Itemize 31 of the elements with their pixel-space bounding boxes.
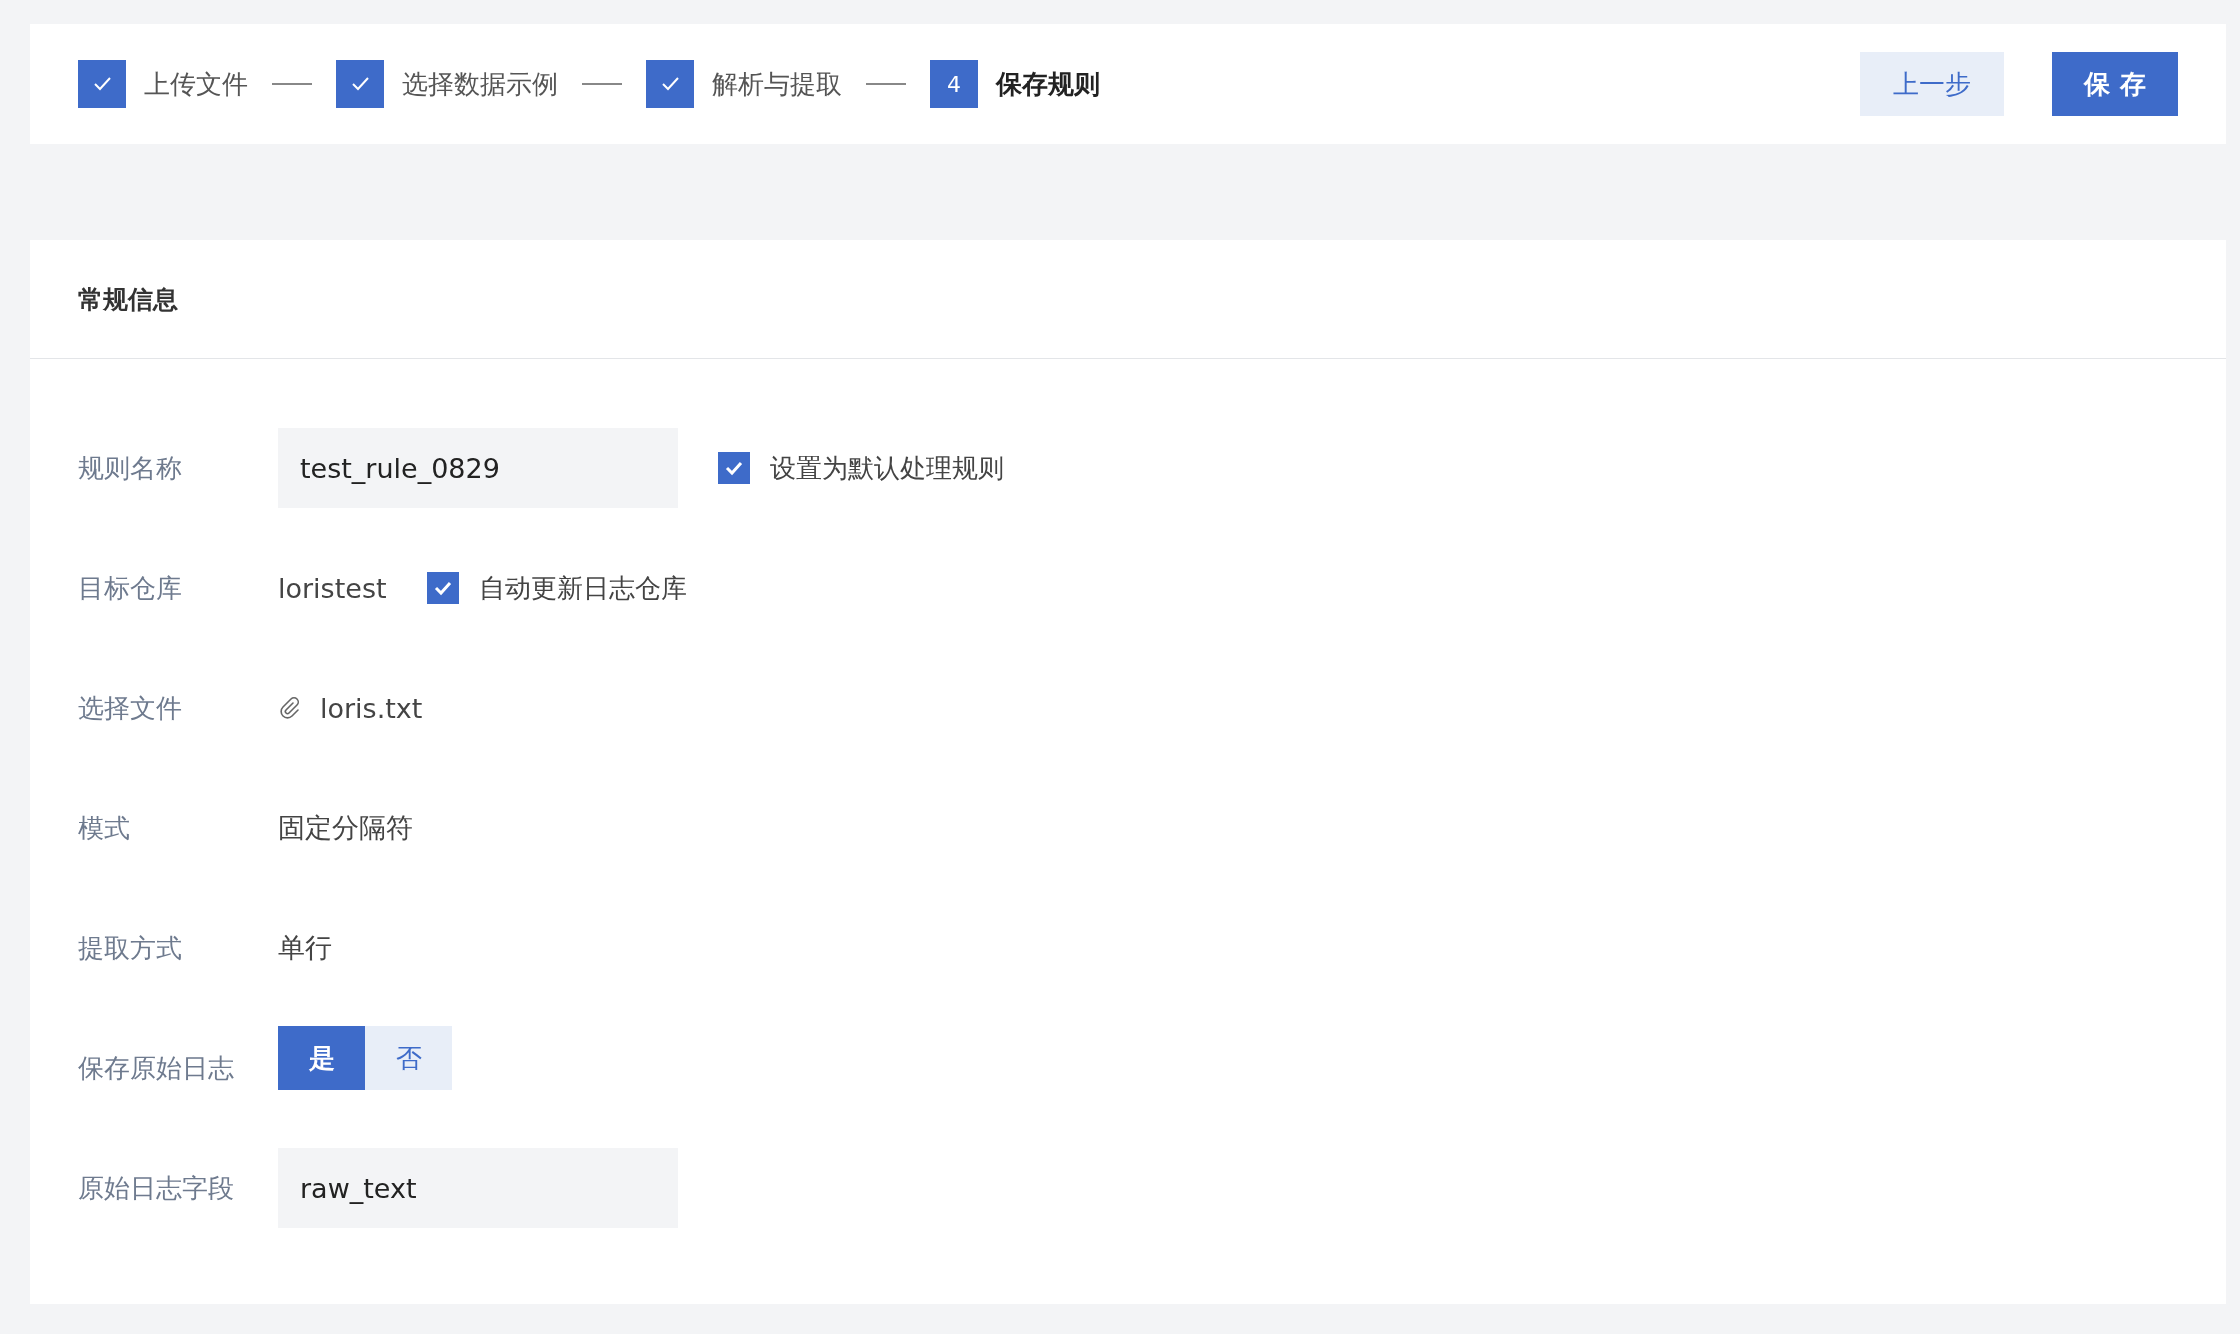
field-label: 选择文件 xyxy=(78,691,183,725)
field-value: 单行 xyxy=(278,931,332,965)
toggle-option[interactable]: 否 xyxy=(365,1026,452,1090)
field-label: 目标仓库 xyxy=(78,571,183,605)
field-label: 规则名称 xyxy=(78,451,183,485)
previous-step-button[interactable]: 上一步 xyxy=(1860,52,2004,116)
field-label: 原始日志字段 xyxy=(78,1171,235,1205)
field-label: 保存原始日志 xyxy=(78,1051,235,1085)
toggle-option[interactable]: 是 xyxy=(278,1026,365,1090)
step-number: 4 xyxy=(930,60,978,108)
field-label: 提取方式 xyxy=(78,931,183,965)
text-input-field[interactable]: raw_text xyxy=(278,1148,678,1228)
step-connector xyxy=(272,83,312,85)
step-label: 选择数据示例 xyxy=(402,67,558,101)
section-title: 常规信息 xyxy=(78,283,178,316)
step-connector xyxy=(866,83,906,85)
field-label: 模式 xyxy=(78,811,131,845)
file-name[interactable]: loris.txt xyxy=(320,692,423,724)
checkbox[interactable] xyxy=(426,572,459,604)
checkbox-label: 设置为默认处理规则 xyxy=(770,451,1004,485)
field-value: 固定分隔符 xyxy=(278,811,413,845)
field-value: loristest xyxy=(278,572,387,604)
step-label: 上传文件 xyxy=(144,67,248,101)
paperclip-icon xyxy=(278,696,302,720)
checkbox[interactable] xyxy=(718,452,750,484)
step-connector xyxy=(582,83,622,85)
checkbox-label: 自动更新日志仓库 xyxy=(478,571,687,605)
save-button[interactable]: 保 存 xyxy=(2052,52,2178,116)
step-label: 解析与提取 xyxy=(712,67,842,101)
text-input-field[interactable]: test_rule_0829 xyxy=(278,428,678,508)
step-label: 保存规则 xyxy=(996,67,1100,101)
